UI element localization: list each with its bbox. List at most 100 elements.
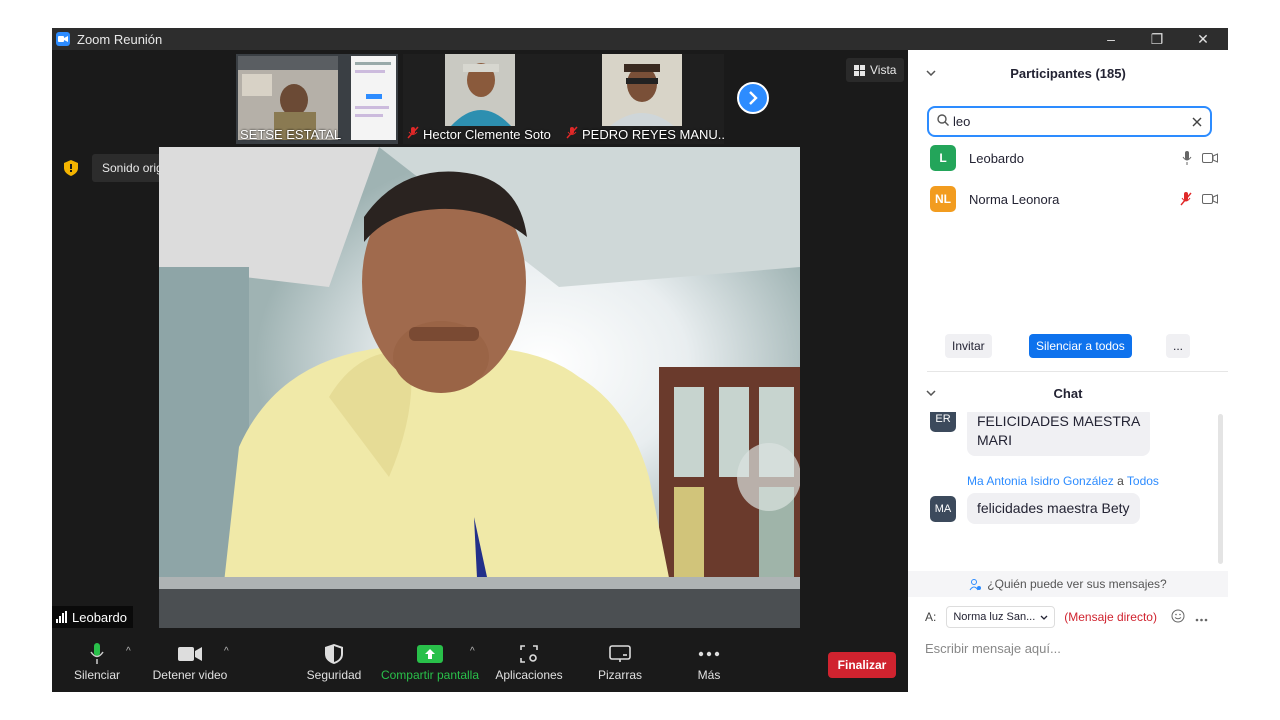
video-camera-icon [178,647,202,661]
collapse-chevron-icon[interactable] [926,68,936,79]
view-button[interactable]: Vista [846,58,905,82]
recipient-select[interactable]: Norma luz San... [946,606,1056,628]
divider [927,371,1228,372]
search-icon [937,114,949,129]
participants-title: Participantes (185) [1010,65,1126,81]
apps-label: Aplicaciones [495,668,563,682]
chevron-right-icon [749,91,758,105]
view-label: Vista [870,63,897,77]
next-page-button[interactable] [737,82,769,114]
stop-video-label: Detener video [152,668,228,682]
who-can-see-text: ¿Quién puede ver sus mensajes? [987,577,1167,591]
active-speaker-video [159,147,800,628]
chat-header: Chat [908,374,1228,412]
mute-all-button[interactable]: Silenciar a todos [1029,334,1132,358]
chevron-down-icon [1040,615,1048,620]
share-screen-label: Compartir pantalla [380,668,480,682]
signal-strength-icon [56,611,67,623]
avatar: ER [930,412,956,432]
clear-search-icon[interactable] [1192,114,1202,130]
recipient-name[interactable]: Todos [1127,474,1159,488]
window-title: Zoom Reunión [77,31,163,47]
whiteboard-icon [609,645,631,662]
video-area: SETSE ESTATAL Hector Clemente Soto PEDRO… [52,50,908,634]
thumbnail-name: PEDRO REYES MANU... [566,126,724,142]
speaker-video-image [159,147,800,628]
participant-search-box[interactable] [927,106,1212,137]
to-label: A: [925,610,937,624]
participant-name: Norma Leonora [969,191,1060,207]
person-eye-icon [969,578,982,590]
avatar: NL [930,186,956,212]
chat-title: Chat [1053,385,1083,401]
participant-thumbnail[interactable]: SETSE ESTATAL [236,54,398,144]
mic-muted-icon [407,126,419,142]
chat-more-icon[interactable] [1195,610,1208,625]
sender-name[interactable]: Ma Antonia Isidro González [967,474,1114,488]
end-meeting-button[interactable]: Finalizar [828,652,896,678]
video-options-caret-icon[interactable]: ^ [224,646,229,657]
chat-messages: ER FELICIDADES MAESTRA MARI Ma Antonia I… [908,412,1228,572]
participant-row[interactable]: L Leobardo [930,145,1218,171]
chat-scrollbar[interactable] [1218,414,1223,564]
participants-more-button[interactable]: ... [1166,334,1190,358]
stop-video-button[interactable]: Detener video [150,640,230,690]
participants-header: Participantes (185) [908,50,1228,96]
audio-options-caret-icon[interactable]: ^ [126,646,131,657]
more-dots-icon [698,651,720,657]
close-window-button[interactable]: ✕ [1180,28,1226,50]
minimize-button[interactable]: – [1088,28,1134,50]
video-camera-icon[interactable] [1202,194,1218,204]
chat-message: felicidades maestra Bety [967,493,1140,524]
participant-thumbnail[interactable]: PEDRO REYES MANU... [562,54,724,144]
more-button[interactable]: Más [684,640,734,690]
invite-button[interactable]: Invitar [945,334,992,358]
restore-button[interactable]: ❐ [1134,28,1180,50]
zoom-window: Zoom Reunión – ❐ ✕ SETSE ESTATAL Hector … [52,28,1228,692]
whiteboards-button[interactable]: Pizarras [590,640,650,690]
microphone-icon[interactable] [1182,151,1192,165]
message-sender: Ma Antonia Isidro González a Todos [967,474,1159,488]
collapse-chevron-icon[interactable] [926,388,936,399]
emoji-icon[interactable] [1171,609,1185,626]
security-button[interactable]: Seguridad [304,640,364,690]
participant-name: Leobardo [969,150,1024,166]
avatar: MA [930,496,956,522]
security-label: Seguridad [306,668,362,682]
participant-row[interactable]: NL Norma Leonora [930,186,1218,212]
to-word: a [1117,474,1124,488]
recipient-row: A: Norma luz San... (Mensaje directo) [925,605,1215,629]
message-line: MARI [977,432,1012,448]
mute-button[interactable]: Silenciar [72,640,122,690]
speaker-name: Leobardo [72,609,127,625]
apps-button[interactable]: Aplicaciones [492,640,566,690]
share-options-caret-icon[interactable]: ^ [470,646,475,657]
zoom-logo-icon [56,32,70,46]
grid-view-icon [854,64,865,76]
who-can-see-link[interactable]: ¿Quién puede ver sus mensajes? [908,571,1228,597]
title-bar: Zoom Reunión – ❐ ✕ [52,28,1228,50]
whiteboards-label: Pizarras [597,668,642,682]
avatar: L [930,145,956,171]
share-screen-icon [417,645,443,663]
participant-search-input[interactable] [953,114,1173,129]
more-label: Más [697,668,721,682]
apps-icon [520,645,538,663]
mute-label: Silenciar [73,668,121,682]
mic-muted-icon[interactable] [1180,192,1192,206]
recipient-value: Norma luz San... [953,611,1036,623]
chat-message-input[interactable] [925,638,1215,658]
meeting-toolbar: Silenciar ^ Detener video ^ Seguridad Co… [52,634,908,692]
side-panel: Participantes (185) L Leobardo NL Norma … [908,50,1228,692]
message-line: FELICIDADES MAESTRA [977,413,1141,429]
participant-thumbnail[interactable]: Hector Clemente Soto [403,54,565,144]
mic-muted-icon [566,126,578,142]
active-speaker-label: Leobardo [52,606,133,628]
security-shield-icon[interactable] [64,160,78,176]
share-screen-button[interactable]: Compartir pantalla [378,640,482,690]
thumbnail-name: Hector Clemente Soto [407,126,551,142]
shield-icon [325,644,343,664]
thumbnail-name: SETSE ESTATAL [240,127,342,142]
direct-message-label: (Mensaje directo) [1064,610,1157,624]
video-camera-icon[interactable] [1202,153,1218,163]
